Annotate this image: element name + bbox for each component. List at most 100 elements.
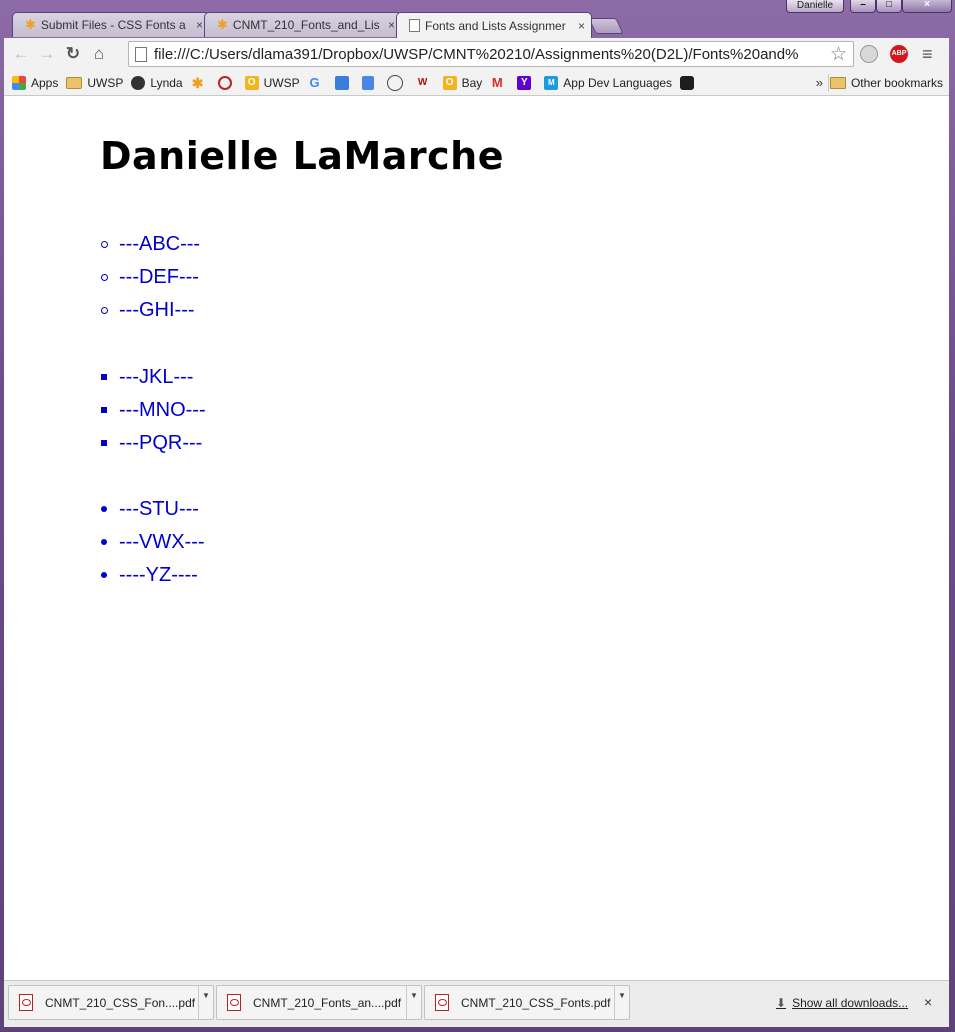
owl-icon <box>386 74 403 91</box>
tab-close-icon[interactable]: × <box>388 18 395 32</box>
bookmark-circle[interactable] <box>217 75 237 90</box>
bookmarks-divider <box>828 74 829 91</box>
pdf-icon <box>19 994 33 1011</box>
chevron-down-icon[interactable]: ▼ <box>614 986 629 1019</box>
d2l-star-icon: ✱ <box>25 17 36 32</box>
download-arrow-icon: ⬇ <box>776 996 787 1010</box>
tab-fonts-lists-assignment[interactable]: Fonts and Lists Assignmer × <box>396 12 592 38</box>
new-tab-button[interactable] <box>588 18 624 34</box>
bookmark-apps[interactable]: Apps <box>12 75 59 90</box>
address-bar[interactable]: file:///C:/Users/dlama391/Dropbox/UWSP/C… <box>128 41 854 67</box>
lynda-icon <box>131 75 146 90</box>
list-item: ---DEF--- <box>100 261 200 294</box>
square-bullet-list: ---JKL--- ---MNO--- ---PQR--- <box>101 361 206 460</box>
bookmark-star-icon[interactable]: ☆ <box>827 43 847 66</box>
download-item[interactable]: CNMT_210_Fonts_an....pdf ▼ <box>216 985 422 1020</box>
page-icon <box>135 46 147 62</box>
bookmark-owl[interactable] <box>386 74 408 91</box>
tab-submit-files[interactable]: ✱ Submit Files - CSS Fonts a × <box>12 12 210 37</box>
bookmark-label: Lynda <box>150 75 183 90</box>
other-bookmarks[interactable]: Other bookmarks <box>829 75 943 90</box>
pdf-icon <box>227 994 241 1011</box>
bookmarks-bar: Apps UWSP Lynda ✱ O UWSP G W O Bay M Y M… <box>4 70 949 96</box>
tab-title: CNMT_210_Fonts_and_Lis <box>232 18 380 32</box>
page-heading: Danielle LaMarche <box>100 134 504 178</box>
outlook-icon: O <box>442 75 457 90</box>
download-filename: CNMT_210_CSS_Fonts.pdf <box>461 995 611 1010</box>
list-item: ---STU--- <box>101 493 205 526</box>
extension-icon[interactable] <box>860 45 878 63</box>
list-item: ---VWX--- <box>101 526 205 559</box>
folder-icon <box>66 76 83 89</box>
tab-title: Fonts and Lists Assignmer <box>425 18 566 33</box>
forward-button[interactable]: → <box>34 44 60 64</box>
back-button[interactable]: ← <box>8 44 34 64</box>
tab-close-icon[interactable]: × <box>578 19 585 33</box>
outlook-icon: O <box>244 75 259 90</box>
bookmark-google[interactable]: G <box>308 74 327 90</box>
bookmarks-overflow-chevron-icon[interactable]: » <box>816 75 823 90</box>
tab-cnmt-fonts-lists[interactable]: ✱ CNMT_210_Fonts_and_Lis × <box>204 12 402 37</box>
bookmark-label: UWSP <box>87 75 124 90</box>
show-all-downloads-link[interactable]: ⬇ Show all downloads... <box>776 996 908 1010</box>
circle-bullet-list: ---ABC--- ---DEF--- ---GHI--- <box>100 228 200 327</box>
downloads-bar: CNMT_210_CSS_Fon....pdf ▼ CNMT_210_Fonts… <box>4 980 949 1027</box>
docs-icon <box>361 75 374 90</box>
gmail-icon: M <box>491 74 503 90</box>
puzzle-icon <box>334 75 349 90</box>
bookmark-puzzle[interactable] <box>334 75 354 90</box>
apps-grid-icon <box>12 75 26 90</box>
page-icon <box>409 19 420 32</box>
bookmark-docs[interactable] <box>361 75 379 90</box>
bookmark-label: Bay <box>461 75 483 90</box>
reload-button[interactable]: ↻ <box>60 44 86 64</box>
browser-toolbar: ← → ↻ ⌂ file:///C:/Users/dlama391/Dropbo… <box>4 38 949 70</box>
bookmark-outlook-uwsp[interactable]: O UWSP <box>244 75 300 90</box>
list-item: ---ABC--- <box>100 228 200 261</box>
list-item: ---GHI--- <box>100 294 200 327</box>
google-icon: G <box>309 74 320 90</box>
download-filename: CNMT_210_Fonts_an....pdf <box>253 995 402 1010</box>
tab-close-icon[interactable]: × <box>196 18 203 32</box>
list-item: ---MNO--- <box>101 394 206 427</box>
circle-badge-icon <box>217 75 232 90</box>
show-all-label: Show all downloads... <box>792 996 909 1010</box>
bookmark-app-dev-languages[interactable]: M App Dev Languages <box>544 75 673 90</box>
chevron-down-icon[interactable]: ▼ <box>406 986 421 1019</box>
browser-window-frame: Danielle – □ × ✱ Submit Files - CSS Font… <box>0 0 955 1032</box>
bookmark-folder-uwsp[interactable]: UWSP <box>66 76 123 90</box>
chrome-menu-icon[interactable]: ≡ <box>922 44 933 65</box>
bookmark-label: Other bookmarks <box>850 75 943 90</box>
d2l-star-icon: ✱ <box>217 17 228 32</box>
folder-icon <box>829 76 846 89</box>
green-dot-icon <box>680 75 695 90</box>
d2l-star-icon: ✱ <box>191 74 204 91</box>
bookmark-outlook-bay[interactable]: O Bay <box>442 75 483 90</box>
pdf-icon <box>435 994 449 1011</box>
bookmark-lynda[interactable]: Lynda <box>131 75 183 90</box>
bookmark-label: Apps <box>31 75 59 90</box>
download-item[interactable]: CNMT_210_CSS_Fon....pdf ▼ <box>8 985 214 1020</box>
tab-strip: ✱ Submit Files - CSS Fonts a × ✱ CNMT_21… <box>8 12 948 38</box>
list-item: ---PQR--- <box>101 427 206 460</box>
m-icon: M <box>544 75 559 90</box>
bookmark-label: App Dev Languages <box>563 75 673 90</box>
list-item: ----YZ---- <box>101 559 205 592</box>
download-item[interactable]: CNMT_210_CSS_Fonts.pdf ▼ <box>424 985 630 1020</box>
url-text: file:///C:/Users/dlama391/Dropbox/UWSP/C… <box>154 45 799 63</box>
chevron-down-icon[interactable]: ▼ <box>198 986 213 1019</box>
bookmark-green[interactable] <box>680 75 699 90</box>
bookmark-d2l[interactable]: ✱ <box>191 76 210 90</box>
wa-icon: W <box>417 76 428 88</box>
download-filename: CNMT_210_CSS_Fon....pdf <box>45 995 196 1010</box>
bookmark-yahoo[interactable]: Y <box>517 75 536 90</box>
bookmark-label: UWSP <box>263 75 300 90</box>
adblock-plus-icon[interactable]: ABP <box>890 45 908 63</box>
page-content: Danielle LaMarche ---ABC--- ---DEF--- --… <box>4 96 949 980</box>
close-downloads-bar-icon[interactable]: × <box>924 994 932 1010</box>
tab-title: Submit Files - CSS Fonts a <box>40 18 186 32</box>
bookmark-wa[interactable]: W <box>416 76 435 90</box>
bookmark-gmail[interactable]: M <box>490 74 509 90</box>
home-button[interactable]: ⌂ <box>86 44 112 64</box>
yahoo-icon: Y <box>517 75 532 90</box>
